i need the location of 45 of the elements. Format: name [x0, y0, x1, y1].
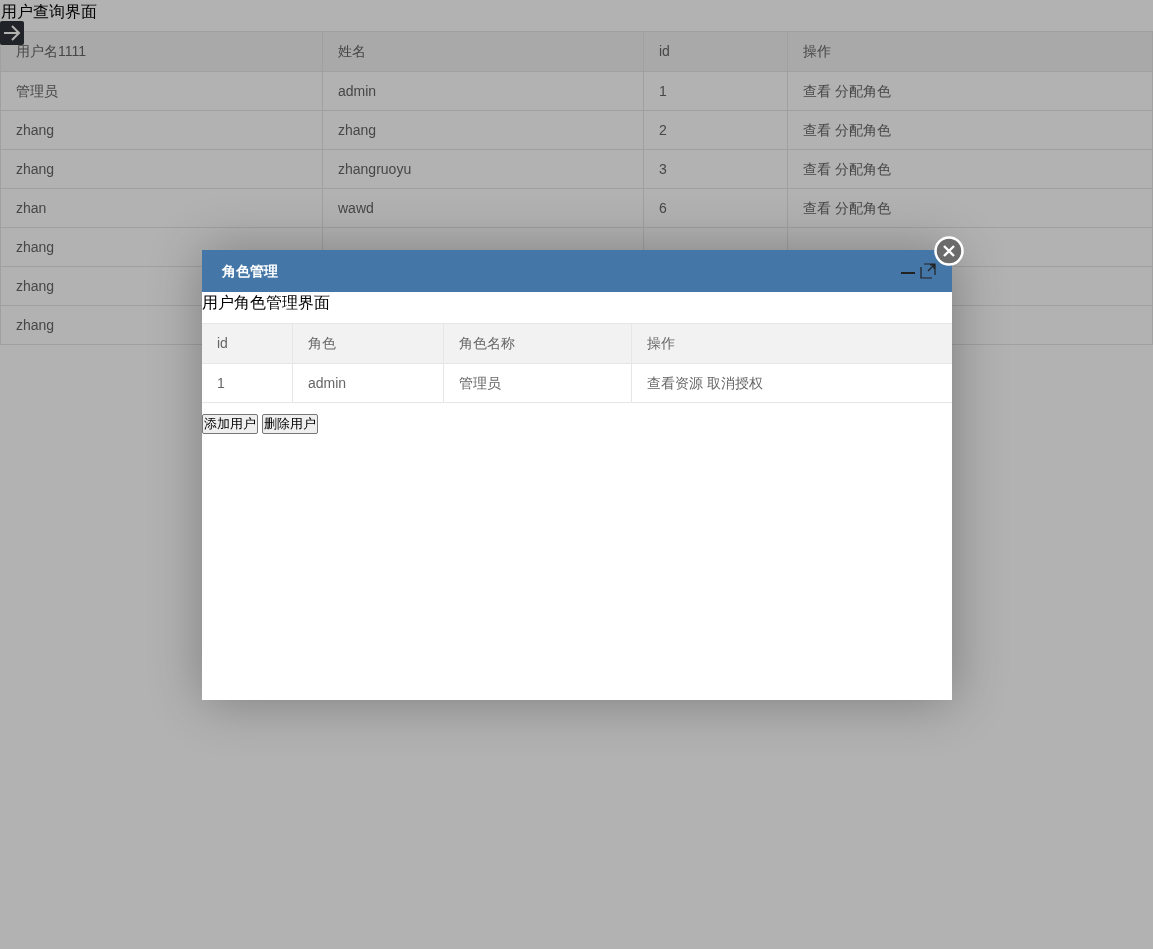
table-cell-text: 管理员 [459, 373, 501, 393]
action-link[interactable]: 分配角色 [835, 158, 891, 180]
table-cell-text: 管理员 [16, 81, 58, 101]
page-title: 用户查询界面 [0, 2, 97, 22]
table-cell-text: zhangruoyu [338, 159, 412, 179]
action-link[interactable]: 分配角色 [835, 80, 891, 102]
table-cell-text: zhang [16, 315, 55, 335]
column-header: id [202, 324, 293, 363]
table-cell-text: 1 [217, 373, 225, 393]
arrow-right-icon [3, 25, 21, 41]
action-link[interactable]: 查看 [803, 80, 831, 102]
maximize-icon[interactable] [920, 263, 936, 279]
column-header: 操作 [802, 42, 832, 61]
table-cell-text: zhang [16, 276, 55, 296]
column-header: 用户名1111 [1, 32, 323, 71]
action-button[interactable]: 添加用户 [202, 414, 258, 434]
table-cell-text: 3 [659, 159, 667, 179]
dialog-title: 角色管理 [222, 261, 279, 281]
action-link[interactable]: 分配角色 [835, 119, 891, 141]
table-cell-text: 2 [659, 120, 667, 140]
table-cell-text: 6 [659, 198, 667, 218]
column-header: 姓名 [323, 32, 644, 71]
table-cell-text: zhan [16, 198, 47, 218]
table-cell-text: zhang [338, 120, 377, 140]
action-link[interactable]: 查看 [803, 197, 831, 219]
column-header: 角色名称 [444, 324, 632, 363]
table-cell-text: zhang [16, 159, 55, 179]
dialog-heading: 用户角色管理界面 [202, 293, 331, 313]
close-icon[interactable] [934, 236, 964, 266]
column-header: 角色 [293, 324, 444, 363]
table-cell-text: zhang [16, 237, 55, 257]
action-link[interactable]: 查看 [803, 119, 831, 141]
table-cell-text: admin [308, 373, 347, 393]
table-cell-text: admin [338, 81, 377, 101]
action-link[interactable]: 分配角色 [835, 197, 891, 219]
action-link[interactable]: 查看 [803, 158, 831, 180]
table-cell-text: zhang [16, 120, 55, 140]
table-cell-text: 1 [659, 81, 667, 101]
column-header: 操作 [646, 334, 676, 353]
action-link[interactable]: 取消授权 [707, 372, 763, 394]
action-link[interactable]: 查看资源 [647, 372, 703, 394]
action-button[interactable]: 删除用户 [262, 414, 318, 434]
menu-toggle-button[interactable] [0, 21, 24, 45]
table-cell-text: wawd [338, 198, 374, 218]
column-header: id [644, 32, 788, 71]
